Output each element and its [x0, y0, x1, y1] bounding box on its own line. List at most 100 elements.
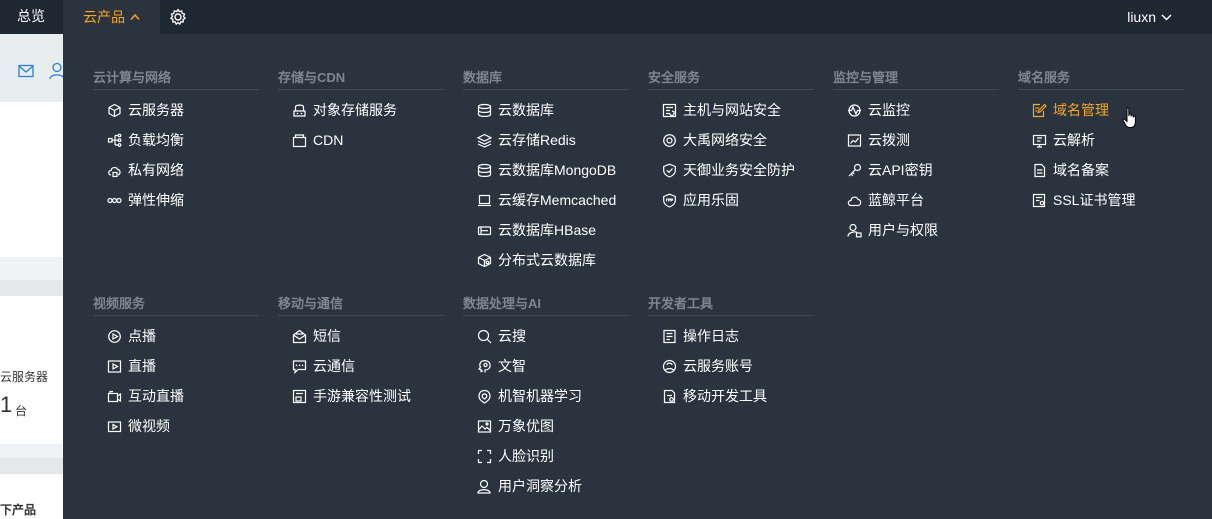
menu-item[interactable]: 互动直播	[93, 381, 259, 411]
menu-item[interactable]: 云服务账号	[648, 351, 814, 381]
menu-item-label: 云监控	[868, 102, 910, 118]
menu-category-list: 主机与网站安全 大禹网络安全 天御业务安全防护 应用乐固	[648, 95, 814, 215]
menu-item[interactable]: 微视频	[93, 411, 259, 441]
menu-item-label: 云通信	[313, 358, 355, 374]
menu-item-label: 蓝鲸平台	[868, 192, 924, 208]
menu-item-label: CDN	[313, 132, 344, 148]
database-icon	[477, 103, 492, 118]
menu-item[interactable]: 文智	[463, 351, 629, 381]
menu-item[interactable]: 云搜	[463, 321, 629, 351]
menu-item[interactable]: 分布式云数据库	[463, 245, 629, 275]
menu-item[interactable]: 云数据库MongoDB	[463, 155, 629, 185]
ecs-label: 云服务器	[0, 370, 49, 384]
menu-item-label: 云解析	[1053, 132, 1095, 148]
user-icon[interactable]	[49, 62, 63, 80]
menu-item-label: 云API密钥	[868, 162, 933, 178]
menu-item-label: 域名管理	[1053, 102, 1109, 118]
ecs-unit: 台	[15, 404, 28, 418]
menu-item[interactable]: 云数据库HBase	[463, 215, 629, 245]
menu-item-label: 弹性伸缩	[128, 192, 184, 208]
menu-item-label: 对象存储服务	[313, 102, 397, 118]
menu-category: 存储与CDN 对象存储服务 CDN	[278, 68, 444, 155]
menu-category: 移动与通信 短信 云通信 手游兼容性测试	[278, 294, 444, 411]
menu-category: 视频服务点播 直播互动直播微视频	[93, 294, 259, 441]
menu-item[interactable]: 私有网络	[93, 155, 259, 185]
user-menu[interactable]: liuxn	[1127, 0, 1172, 34]
monitor-icon	[847, 103, 862, 118]
chevron-up-icon	[130, 13, 140, 20]
menu-category-title: 域名服务	[1018, 68, 1184, 90]
menu-item-label: 云存储Redis	[498, 132, 576, 148]
menu-item[interactable]: 负载均衡	[93, 125, 259, 155]
menu-item[interactable]: 用户洞察分析	[463, 471, 629, 501]
menu-item[interactable]: 弹性伸缩	[93, 185, 259, 215]
menu-item[interactable]: 域名备案	[1018, 155, 1184, 185]
menu-item-label: SSL证书管理	[1053, 192, 1136, 208]
chat-icon	[292, 359, 307, 374]
menu-item[interactable]: 云数据库	[463, 95, 629, 125]
menu-item[interactable]: 短信	[278, 321, 444, 351]
menu-category: 数据处理与AI 云搜 文智机智机器学习万象优图 人脸识别 用户洞察分析	[463, 294, 629, 501]
ecs-count: 1	[0, 392, 13, 417]
menu-item[interactable]: CDN	[278, 125, 444, 155]
menu-item-label: 互动直播	[128, 388, 184, 404]
hand-cursor-icon	[1122, 107, 1136, 128]
menu-category-list: 云服务器 负载均衡 私有网络弹性伸缩	[93, 95, 259, 215]
menu-category: 域名服务域名管理云解析域名备案 SSL证书管理	[1018, 68, 1184, 215]
nav-cloud-products[interactable]: 云产品	[63, 0, 160, 34]
menu-item[interactable]: 云服务器	[93, 95, 259, 125]
menu-category: 安全服务 主机与网站安全 大禹网络安全 天御业务安全防护 应用乐固	[648, 68, 814, 215]
menu-category: 监控与管理 云监控 云拨测 云API密钥 蓝鲸平台 用户与权限	[833, 68, 999, 245]
menu-item[interactable]: 点播	[93, 321, 259, 351]
gear-icon[interactable]	[168, 7, 188, 27]
menu-item[interactable]: 大禹网络安全	[648, 125, 814, 155]
host-security-icon	[662, 103, 677, 118]
menu-item[interactable]: 万象优图	[463, 411, 629, 441]
ml-icon	[477, 389, 492, 404]
app-shield-icon	[662, 193, 677, 208]
menu-item[interactable]: 蓝鲸平台	[833, 185, 999, 215]
menu-item[interactable]: 手游兼容性测试	[278, 381, 444, 411]
menu-item[interactable]: 机智机器学习	[463, 381, 629, 411]
menu-item[interactable]: 云API密钥	[833, 155, 999, 185]
menu-item[interactable]: 云拨测	[833, 125, 999, 155]
layers-icon	[477, 133, 492, 148]
menu-item[interactable]: SSL证书管理	[1018, 185, 1184, 215]
log-icon	[662, 329, 677, 344]
page-panel	[0, 102, 63, 257]
menu-item-label: 手游兼容性测试	[313, 388, 411, 404]
menu-item[interactable]: 主机与网站安全	[648, 95, 814, 125]
menu-item[interactable]: 域名管理	[1018, 95, 1184, 125]
menu-item[interactable]: 云监控	[833, 95, 999, 125]
menu-item-label: 操作日志	[683, 328, 739, 344]
menu-item[interactable]: 操作日志	[648, 321, 814, 351]
search-icon	[477, 329, 492, 344]
mail-icon[interactable]	[18, 64, 34, 78]
menu-item[interactable]: 应用乐固	[648, 185, 814, 215]
menu-item[interactable]: 云解析	[1018, 125, 1184, 155]
menu-item[interactable]: 云缓存Memcached	[463, 185, 629, 215]
resolve-icon	[1032, 133, 1047, 148]
cdn-icon	[292, 133, 307, 148]
menu-item-label: 用户与权限	[868, 222, 938, 238]
menu-category-title: 存储与CDN	[278, 68, 444, 90]
image-icon	[477, 419, 492, 434]
menu-category-title: 视频服务	[93, 294, 259, 316]
menu-item[interactable]: 云存储Redis	[463, 125, 629, 155]
menu-item[interactable]: 对象存储服务	[278, 95, 444, 125]
test-icon	[292, 389, 307, 404]
menu-item[interactable]: 天御业务安全防护	[648, 155, 814, 185]
menu-category-title: 数据处理与AI	[463, 294, 629, 316]
vod-icon	[107, 329, 122, 344]
menu-item[interactable]: 人脸识别	[463, 441, 629, 471]
nav-overview[interactable]: 总览	[0, 0, 62, 34]
menu-category-list: 短信云通信手游兼容性测试	[278, 321, 444, 411]
section-title: 下产品	[0, 503, 37, 517]
chart-icon	[847, 133, 862, 148]
edit-doc-icon	[1032, 103, 1047, 118]
menu-item-label: 机智机器学习	[498, 388, 582, 404]
menu-item[interactable]: 云通信	[278, 351, 444, 381]
menu-item[interactable]: 直播	[93, 351, 259, 381]
menu-item[interactable]: 移动开发工具	[648, 381, 814, 411]
menu-item[interactable]: 用户与权限	[833, 215, 999, 245]
